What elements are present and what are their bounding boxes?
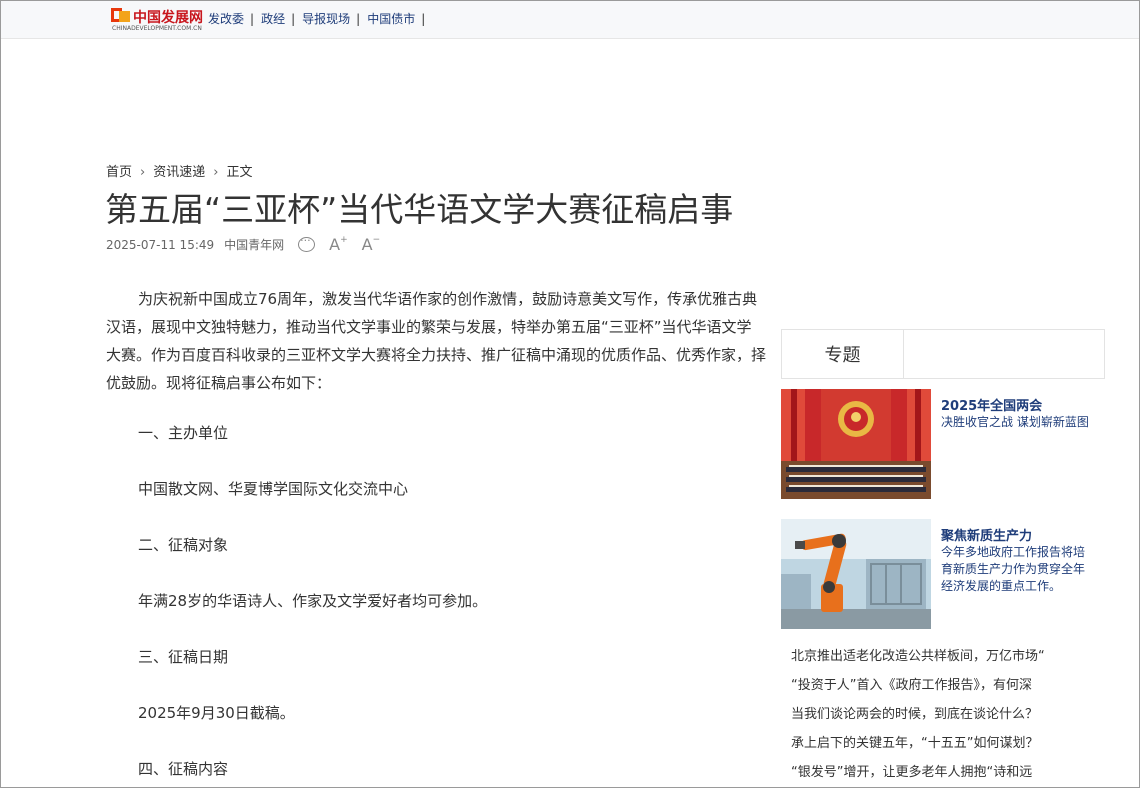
logo-mark-icon — [111, 8, 131, 24]
breadcrumb-news[interactable]: 资讯速递 — [153, 165, 205, 180]
chevron-right-icon: › — [140, 165, 146, 180]
nav-link-zhengjing[interactable]: 政经 — [261, 12, 285, 26]
article-paragraph: 中国散文网、华夏博学国际文化交流中心 — [138, 480, 409, 498]
tab-zhuanti[interactable]: 专题 — [782, 330, 904, 378]
comment-icon[interactable] — [298, 234, 316, 252]
list-item[interactable]: “银发号”增开，让更多老年人拥抱“诗和远 — [791, 758, 1091, 787]
site-logo[interactable]: 中国发展网 CHINADEVELOPMENT.COM.CN — [111, 6, 203, 34]
page-title: 第五届“三亚杯”当代华语文学大赛征稿启事 — [105, 190, 734, 229]
topic-card-title[interactable]: 聚焦新质生产力 — [941, 525, 1032, 544]
font-decrease-icon[interactable]: A− — [362, 235, 381, 254]
topic-card-desc: 决胜收官之战 谋划崭新蓝图 — [941, 415, 1089, 429]
article-lead-paragraph: 为庆祝新中国成立76周年，激发当代华语作家的创作激情，鼓励诗意美文写作，传承优雅… — [106, 290, 767, 392]
topic-card-title[interactable]: 2025年全国两会 — [941, 395, 1042, 414]
breadcrumb-current: 正文 — [226, 165, 253, 180]
breadcrumb: 首页 › 资讯速递 › 正文 — [106, 161, 252, 180]
list-item[interactable]: 承上启下的关键五年，“十五五”如何谋划？ — [791, 729, 1091, 758]
article-meta: 2025-07-11 15:49 中国青年网 A+ A− — [106, 234, 381, 254]
nav-link-zhaishi[interactable]: 中国债市 — [367, 12, 415, 26]
article-paragraph: 三、征稿日期 — [138, 648, 229, 666]
article-paragraph: 年满28岁的华语诗人、作家及文学爱好者均可参加。 — [138, 592, 488, 610]
top-bar: 中国发展网 CHINADEVELOPMENT.COM.CN 发改委 | 政经 | 导报现… — [1, 1, 1139, 39]
nav-link-daobao[interactable]: 导报现场 — [302, 12, 350, 26]
list-item[interactable]: “投资于人”首入《政府工作报告》，有何深 — [791, 671, 1091, 700]
article-paragraph: 2025年9月30日截稿。 — [138, 704, 295, 722]
breadcrumb-home[interactable]: 首页 — [106, 165, 132, 180]
related-links-list: 北京推出适老化改造公共样板间，万亿市场“ “投资于人”首入《政府工作报告》，有何… — [791, 642, 1091, 787]
sidebar-tabs: 专题 — [781, 329, 1105, 379]
font-increase-icon[interactable]: A+ — [329, 235, 348, 254]
topic-card[interactable]: 2025年全国两会 决胜收官之战 谋划崭新蓝图 — [781, 389, 1111, 499]
top-nav: 发改委 | 政经 | 导报现场 | 中国债市 | — [208, 10, 432, 27]
logo-subtext: CHINADEVELOPMENT.COM.CN — [112, 25, 202, 32]
topic-card[interactable]: 聚焦新质生产力 今年多地政府工作报告将培育新质生产力作为贯穿全年经济发展的重点工… — [781, 519, 1111, 629]
list-item[interactable]: 北京推出适老化改造公共样板间，万亿市场“ — [791, 642, 1091, 671]
nav-link-fagaiwei[interactable]: 发改委 — [208, 12, 244, 26]
publish-date: 2025-07-11 15:49 — [106, 237, 215, 252]
topic-card-desc: 今年多地政府工作报告将培育新质生产力作为贯穿全年经济发展的重点工作。 — [941, 545, 1086, 593]
article-source: 中国青年网 — [224, 238, 285, 252]
topic-thumbnail-robot[interactable] — [781, 519, 931, 629]
article-paragraph: 二、征稿对象 — [138, 536, 229, 554]
nav-separator: | — [250, 12, 255, 26]
list-item[interactable]: 当我们谈论两会的时候，到底在谈论什么？ — [791, 700, 1091, 729]
nav-separator: | — [356, 12, 361, 26]
nav-separator: | — [421, 12, 426, 26]
nav-separator: | — [291, 12, 296, 26]
logo-text: 中国发展网 — [133, 10, 203, 26]
chevron-right-icon: › — [213, 165, 219, 180]
article-body: 为庆祝新中国成立76周年，激发当代华语作家的创作激情，鼓励诗意美文写作，传承优雅… — [106, 285, 767, 778]
topic-thumbnail-congress[interactable] — [781, 389, 931, 499]
article-paragraph: 四、征稿内容 — [138, 760, 229, 778]
article-paragraph: 一、主办单位 — [138, 424, 229, 442]
